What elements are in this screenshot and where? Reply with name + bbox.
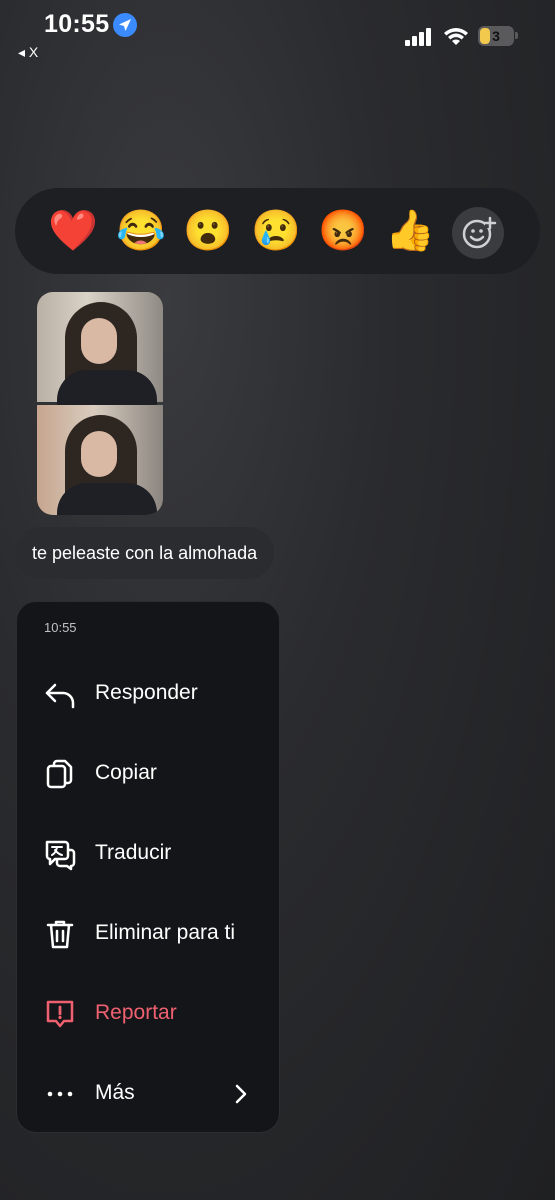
add-reaction-button[interactable] bbox=[452, 207, 504, 259]
context-menu: 10:55 Responder Copiar Traducir Eliminar… bbox=[16, 601, 280, 1133]
photo-message[interactable] bbox=[37, 292, 163, 515]
back-to-app-link[interactable]: ◂ X bbox=[18, 44, 38, 61]
chevron-right-icon bbox=[235, 1084, 247, 1104]
battery-level: 3 bbox=[492, 28, 500, 44]
menu-item-label: Más bbox=[95, 1081, 135, 1104]
menu-item-more[interactable]: Más bbox=[17, 1063, 279, 1123]
message-bubble[interactable]: te peleaste con la almohada bbox=[15, 527, 275, 579]
reaction-thumbs-up[interactable]: 👍 bbox=[385, 208, 435, 254]
add-emoji-icon bbox=[462, 216, 497, 249]
menu-item-copy[interactable]: Copiar bbox=[17, 743, 279, 803]
status-bar: 10:55 ◂ X 3 bbox=[0, 0, 555, 70]
menu-item-translate[interactable]: Traducir bbox=[17, 823, 279, 883]
menu-item-delete-for-you[interactable]: Eliminar para ti bbox=[17, 903, 279, 963]
copy-icon bbox=[46, 759, 73, 789]
trash-icon bbox=[46, 920, 74, 949]
reaction-laugh[interactable]: 😂 bbox=[116, 208, 166, 254]
menu-item-label: Reportar bbox=[95, 1001, 177, 1024]
reaction-angry[interactable]: 😡 bbox=[318, 208, 368, 254]
menu-item-report[interactable]: Reportar bbox=[17, 983, 279, 1043]
battery-indicator: 3 bbox=[478, 26, 514, 46]
reaction-wow[interactable]: 😮 bbox=[183, 208, 233, 254]
reply-icon bbox=[45, 683, 75, 709]
photo-top bbox=[37, 292, 163, 410]
reaction-heart[interactable]: ❤️ bbox=[48, 208, 98, 254]
reaction-bar: ❤️ 😂 😮 😢 😡 👍 bbox=[15, 188, 540, 274]
menu-item-label: Eliminar para ti bbox=[95, 921, 236, 944]
menu-item-label: Copiar bbox=[95, 761, 157, 784]
cellular-signal-icon bbox=[405, 28, 431, 46]
menu-item-reply[interactable]: Responder bbox=[17, 663, 279, 723]
photo-bottom bbox=[37, 405, 163, 515]
location-arrow-icon bbox=[113, 13, 137, 37]
translate-icon bbox=[45, 840, 76, 871]
report-icon bbox=[46, 1000, 74, 1028]
menu-item-label: Traducir bbox=[95, 841, 172, 864]
menu-timestamp: 10:55 bbox=[44, 620, 77, 635]
status-time: 10:55 bbox=[44, 10, 110, 38]
more-icon bbox=[47, 1091, 73, 1097]
message-text: te peleaste con la almohada bbox=[32, 542, 258, 563]
wifi-icon bbox=[444, 28, 468, 45]
menu-item-label: Responder bbox=[95, 681, 198, 704]
reaction-sad[interactable]: 😢 bbox=[251, 208, 301, 254]
